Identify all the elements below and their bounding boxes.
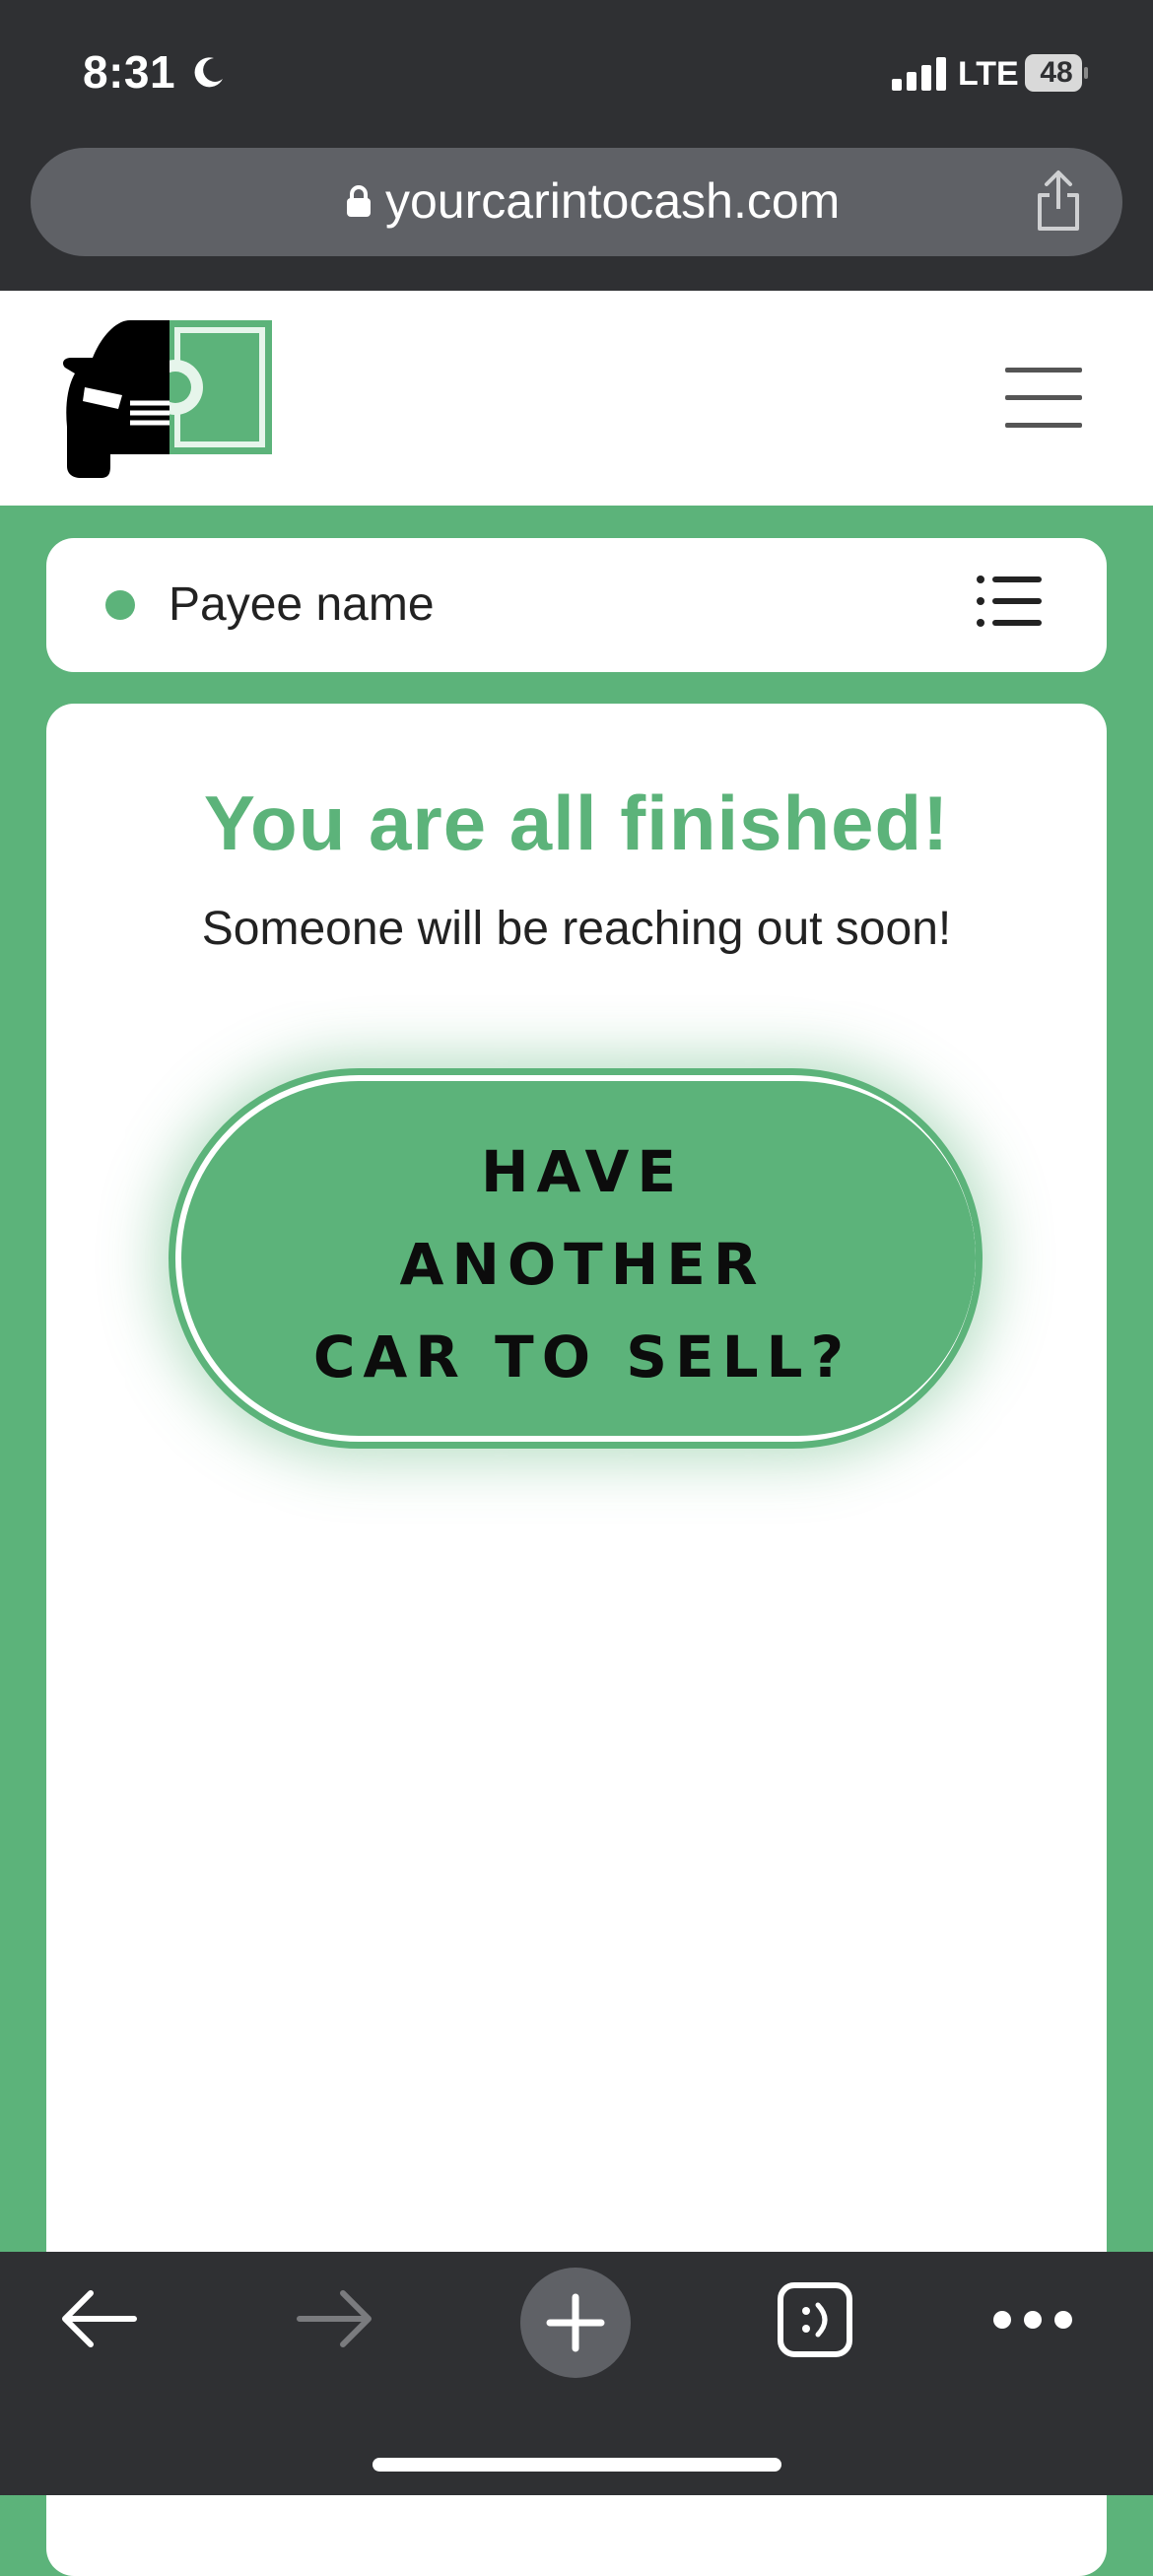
back-arrow-icon[interactable] (59, 2287, 138, 2350)
plus-icon (546, 2293, 605, 2352)
forward-arrow-icon[interactable] (296, 2287, 374, 2350)
logo-car-cash-icon[interactable] (61, 318, 274, 480)
home-indicator (373, 2458, 781, 2472)
payee-card[interactable]: Payee name (46, 538, 1107, 672)
browser-top-bar: 8:31 LTE 48 yourcarintocash.com (0, 0, 1153, 291)
page-subtitle: Someone will be reaching out soon! (201, 903, 952, 955)
sell-button-line-2: ANOTHER (399, 1231, 766, 1298)
battery-level: 48 (1040, 56, 1073, 89)
new-tab-button[interactable] (520, 2268, 631, 2378)
sell-button-line-1: HAVE (481, 1138, 684, 1205)
payee-name: Payee name (169, 578, 435, 631)
lock-icon (347, 185, 371, 217)
url-text: yourcarintocash.com (385, 173, 841, 229)
signal-icon (892, 57, 946, 91)
hamburger-menu-icon[interactable] (1005, 368, 1082, 428)
sell-button-line-3: CAR TO SELL? (312, 1323, 852, 1390)
sell-another-car-button[interactable]: HAVE ANOTHER CAR TO SELL? (169, 1068, 983, 1449)
moon-icon (194, 57, 223, 88)
page-title: You are all finished! (203, 780, 950, 866)
more-icon[interactable] (991, 2309, 1074, 2331)
share-icon[interactable] (1034, 169, 1083, 233)
network-label: LTE (958, 55, 1019, 93)
status-dot-icon (105, 590, 135, 620)
site-header (0, 291, 1153, 506)
url-bar[interactable]: yourcarintocash.com (31, 148, 1122, 256)
tabs-icon[interactable] (777, 2281, 853, 2358)
list-icon[interactable] (977, 576, 1042, 627)
status-time: 8:31 (83, 46, 176, 98)
